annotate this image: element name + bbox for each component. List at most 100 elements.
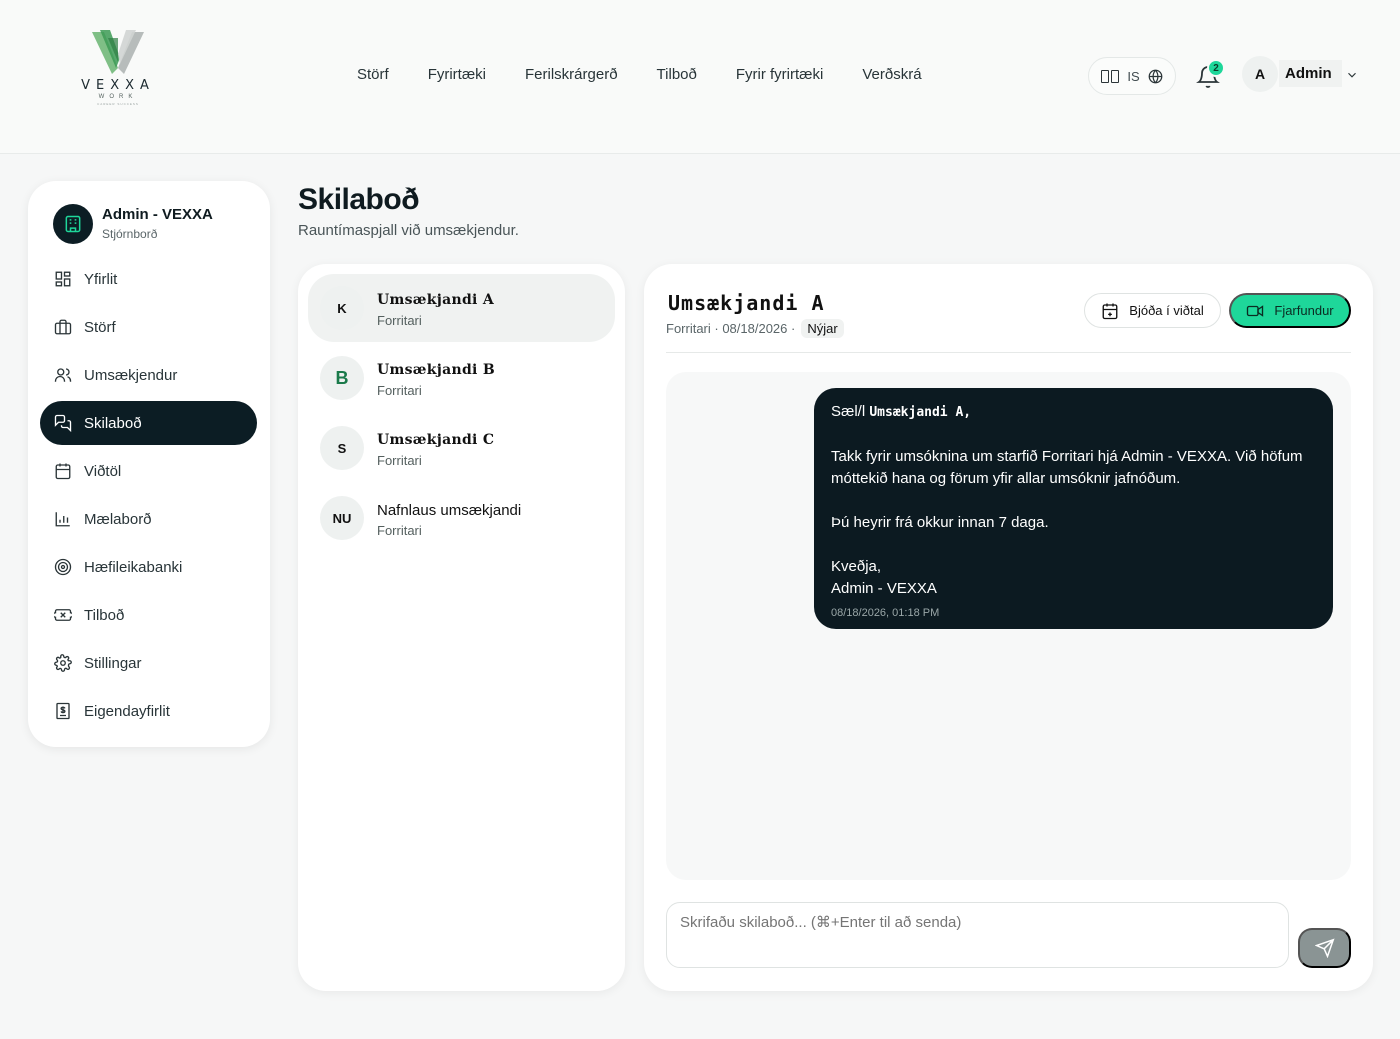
conversation-item[interactable]: NU Nafnlaus umsækjandi Forritari: [308, 484, 615, 552]
chat-contact-name: Umsækjandi A: [668, 291, 825, 315]
conversation-role: Forritari: [377, 453, 422, 468]
calendar-icon: [55, 463, 71, 480]
send-icon: [1314, 938, 1335, 958]
messages-icon: [54, 414, 72, 432]
sidebar-item-yfirlit[interactable]: Yfirlit: [40, 257, 257, 301]
conversation-name: Umsækjandi A: [377, 292, 495, 308]
remote-meeting-label: Fjarfundur: [1274, 303, 1334, 318]
sidebar-item-label: Tilboð: [84, 606, 125, 624]
conversation-name: Umsækjandi C: [377, 432, 495, 448]
sidebar-item-label: Störf: [84, 318, 116, 336]
send-button[interactable]: [1298, 928, 1351, 968]
chat-meta: Forritari · 08/18/2026 · Nýjar: [666, 319, 844, 338]
sidebar-item-eigendayfirlit[interactable]: Eigendayfirlit: [40, 689, 257, 733]
conversation-role: Forritari: [377, 523, 422, 538]
user-name[interactable]: Admin: [1279, 60, 1342, 87]
message-followup: Þú heyrir frá okkur innan 7 daga.: [831, 514, 1049, 531]
sidebar-item-label: Skilaboð: [84, 414, 142, 432]
receipt-icon: [56, 702, 70, 720]
sidebar-title: Admin - VEXXA: [102, 206, 213, 223]
conversation-item[interactable]: S Umsækjandi C Forritari: [308, 414, 615, 482]
target-icon: [54, 558, 72, 576]
gear-icon: [54, 654, 72, 672]
sidebar-item-label: Eigendayfirlit: [84, 702, 170, 720]
message-bubble: Sæl/l Umsækjandi A, Takk fyrir umsóknina…: [814, 388, 1333, 629]
building-icon: [65, 215, 81, 233]
logo-tagline: CAREER SUCCESS: [97, 102, 139, 106]
message-timestamp: 08/18/2026, 01:18 PM: [831, 607, 940, 619]
globe-icon: [1148, 69, 1163, 83]
language-selector[interactable]: IS: [1088, 57, 1176, 95]
conversation-avatar: NU: [320, 496, 364, 540]
message-signature: Admin - VEXXA: [831, 580, 937, 597]
conversation-avatar: K: [320, 286, 364, 330]
chat-divider: [666, 352, 1351, 353]
sidebar-item-label: Umsækjendur: [84, 366, 178, 384]
sidebar-item-vidtol[interactable]: Viðtöl: [40, 449, 257, 493]
nav-fyrir-fyrirtaeki[interactable]: Fyrir fyrirtæki: [736, 66, 823, 83]
message-body: Takk fyrir umsóknina um starfið Forritar…: [831, 448, 1303, 487]
logo-sub: WORK: [98, 94, 138, 100]
nav-ferilskrargerd[interactable]: Ferilskrárgerð: [525, 66, 618, 83]
conversation-item[interactable]: B Umsækjandi B Forritari: [308, 344, 615, 412]
conversation-role: Forritari: [377, 383, 422, 398]
conversation-avatar: S: [320, 426, 364, 470]
invite-interview-label: Bjóða í viðtal: [1129, 303, 1204, 318]
logo-v-icon: [92, 30, 144, 74]
calendar-plus-icon: [1102, 303, 1118, 319]
nav-fyrirtaeki[interactable]: Fyrirtæki: [428, 66, 486, 83]
conversation-name: Umsækjandi B: [377, 362, 495, 378]
briefcase-icon: [54, 319, 72, 335]
greeting-name: Umsækjandi A,: [869, 405, 972, 420]
remote-meeting-button[interactable]: Fjarfundur: [1229, 293, 1351, 328]
sidebar-item-umsaekjendur[interactable]: Umsækjendur: [40, 353, 257, 397]
page-subtitle: Rauntímaspjall við umsækjendur.: [298, 222, 519, 239]
sidebar-item-label: Viðtöl: [84, 462, 122, 480]
conversation-name: Nafnlaus umsækjandi: [377, 502, 522, 519]
nav-tilbod[interactable]: Tilboð: [657, 66, 697, 83]
sidebar-item-label: Yfirlit: [84, 270, 118, 288]
message-greeting: Sæl/l Umsækjandi A,: [831, 401, 1316, 424]
conversation-item[interactable]: K Umsækjandi A Forritari: [308, 274, 615, 342]
sidebar-item-skilabod[interactable]: Skilaboð: [40, 401, 257, 445]
sidebar-item-label: Hæfileikabanki: [84, 558, 183, 576]
nav-storf[interactable]: Störf: [357, 66, 389, 83]
status-badge: Nýjar: [801, 319, 844, 338]
sidebar-item-haefileikabanki[interactable]: Hæfileikabanki: [40, 545, 257, 589]
top-header: VEXXA WORK CAREER SUCCESS Störf Fyrirtæk…: [0, 0, 1400, 154]
flag-icon: [1101, 69, 1120, 83]
chat-meta-text: Forritari · 08/18/2026 ·: [666, 321, 796, 336]
sidebar-item-storf[interactable]: Störf: [40, 305, 257, 349]
message-input[interactable]: [666, 902, 1289, 968]
conversation-avatar: B: [320, 356, 364, 400]
conversation-list: K Umsækjandi A Forritari B Umsækjandi B …: [298, 264, 625, 991]
conversation-role: Forritari: [377, 313, 422, 328]
sidebar-item-tilbod[interactable]: Tilboð: [40, 593, 257, 637]
ticket-icon: [54, 609, 72, 621]
greeting-prefix: Sæl/l: [831, 403, 866, 420]
user-avatar[interactable]: A: [1242, 56, 1278, 92]
chevron-down-icon[interactable]: [1345, 68, 1359, 82]
video-icon: [1247, 304, 1264, 317]
sidebar-item-label: Stillingar: [84, 654, 142, 672]
message-signoff: Kveðja,: [831, 558, 882, 575]
language-code: IS: [1127, 68, 1140, 84]
vexxa-logo[interactable]: VEXXA WORK CAREER SUCCESS: [74, 28, 162, 108]
users-icon: [54, 368, 72, 382]
sidebar-item-maelabord[interactable]: Mælaborð: [40, 497, 257, 541]
chat-panel: Umsækjandi A Forritari · 08/18/2026 · Ný…: [644, 264, 1373, 991]
sidebar-subtitle: Stjórnborð: [102, 227, 158, 241]
message-area[interactable]: Sæl/l Umsækjandi A, Takk fyrir umsóknina…: [666, 372, 1351, 880]
sidebar-item-stillingar[interactable]: Stillingar: [40, 641, 257, 685]
logo-brand: VEXXA: [81, 78, 155, 93]
chart-icon: [55, 512, 70, 527]
grid-icon: [55, 271, 71, 287]
company-avatar: [53, 204, 93, 244]
page-title: Skilaboð: [298, 183, 420, 216]
sidebar-item-label: Mælaborð: [84, 510, 152, 528]
notification-badge: 2: [1207, 59, 1225, 77]
sidebar: Admin - VEXXA Stjórnborð Yfirlit Störf U…: [28, 181, 270, 747]
nav-verdskra[interactable]: Verðskrá: [862, 66, 921, 83]
invite-interview-button[interactable]: Bjóða í viðtal: [1084, 293, 1221, 328]
main-nav: Störf Fyrirtæki Ferilskrárgerð Tilboð Fy…: [357, 66, 961, 83]
